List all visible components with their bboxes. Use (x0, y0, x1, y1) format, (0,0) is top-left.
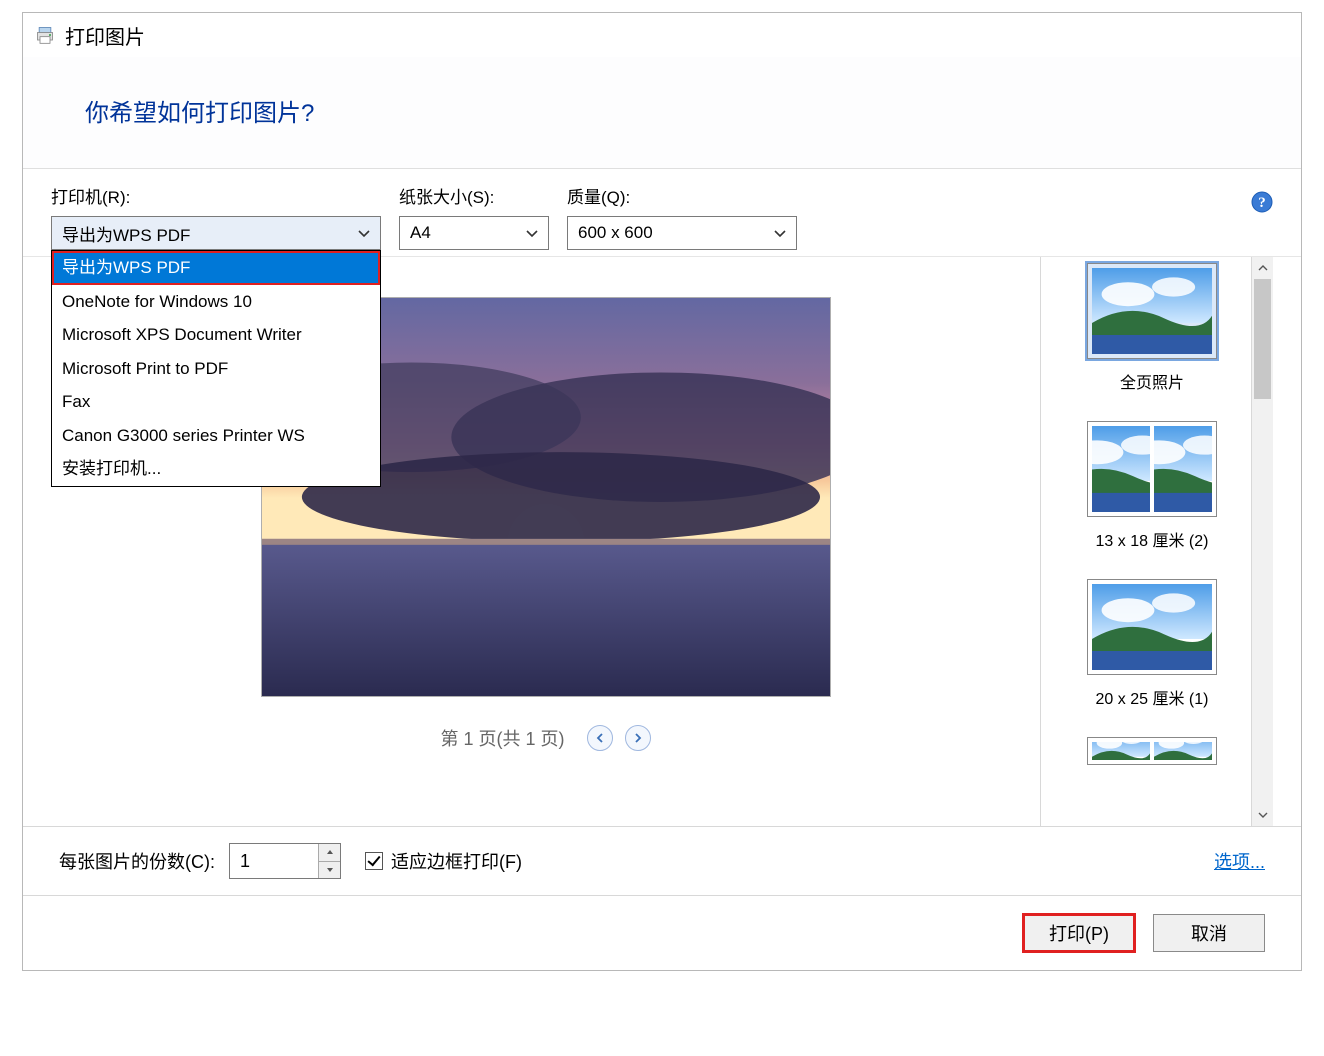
heading-strip: 你希望如何打印图片? (23, 57, 1301, 169)
print-button[interactable]: 打印(P) (1023, 914, 1135, 952)
printer-option[interactable]: Microsoft Print to PDF (52, 352, 380, 386)
copies-value: 1 (230, 844, 318, 878)
scrollbar[interactable] (1251, 257, 1273, 826)
printer-select[interactable]: 导出为WPS PDF (51, 216, 381, 250)
paper-select[interactable]: A4 (399, 216, 549, 250)
layout-item[interactable]: 20 x 25 厘米 (1) (1053, 579, 1251, 709)
next-page-button[interactable] (625, 725, 651, 751)
thumbnail-image (1154, 426, 1212, 512)
heading-text: 你希望如何打印图片? (85, 93, 1239, 128)
copies-label: 每张图片的份数(C): (59, 848, 215, 874)
prev-page-button[interactable] (587, 725, 613, 751)
bottom-options: 每张图片的份数(C): 1 适应边框打印(F) 选项... (23, 826, 1301, 895)
layout-item[interactable]: 全页照片 (1053, 263, 1251, 393)
paper-field-group: 纸张大小(S): A4 (399, 183, 549, 250)
scrollbar-up-button[interactable] (1252, 257, 1273, 279)
form-row: 打印机(R): 导出为WPS PDF 导出为WPS PDFOneNote for… (23, 169, 1301, 250)
thumbnail-image (1092, 426, 1150, 512)
printer-option[interactable]: 安装打印机... (52, 452, 380, 486)
printer-option[interactable]: OneNote for Windows 10 (52, 285, 380, 319)
window-title: 打印图片 (65, 21, 145, 50)
options-link[interactable]: 选项... (1214, 848, 1265, 874)
scrollbar-down-button[interactable] (1252, 804, 1273, 826)
layout-caption: 20 x 25 厘米 (1) (1096, 685, 1209, 709)
chevron-down-icon (358, 223, 370, 243)
layout-panel: 全页照片 13 x 18 厘米 (2) 20 x 25 厘米 (1) (1041, 257, 1273, 826)
copies-input[interactable]: 1 (229, 843, 341, 879)
layout-caption: 全页照片 (1120, 369, 1184, 393)
chevron-down-icon (774, 223, 786, 243)
printer-select-value: 导出为WPS PDF (62, 221, 190, 246)
printer-icon (35, 25, 55, 45)
layout-thumbnail (1087, 579, 1217, 675)
paper-label: 纸张大小(S): (399, 183, 549, 208)
printer-option[interactable]: Fax (52, 385, 380, 419)
printer-option[interactable]: 导出为WPS PDF (52, 251, 380, 285)
fit-frame-checkbox[interactable] (365, 852, 383, 870)
action-bar: 打印(P) 取消 (23, 895, 1301, 970)
printer-option[interactable]: Microsoft XPS Document Writer (52, 318, 380, 352)
fit-frame-label: 适应边框打印(F) (391, 848, 522, 874)
quality-label: 质量(Q): (567, 183, 797, 208)
layout-item[interactable]: 13 x 18 厘米 (2) (1053, 421, 1251, 551)
copies-stepper (318, 844, 340, 878)
print-pictures-dialog: 打印图片 你希望如何打印图片? 打印机(R): 导出为WPS PDF 导出为WP… (22, 12, 1302, 971)
pager-text: 第 1 页(共 1 页) (440, 725, 564, 751)
layout-item[interactable] (1053, 737, 1251, 765)
quality-field-group: 质量(Q): 600 x 600 (567, 183, 797, 250)
thumbnail-image (1092, 742, 1150, 760)
scrollbar-thumb[interactable] (1254, 279, 1271, 399)
cancel-button[interactable]: 取消 (1153, 914, 1265, 952)
svg-text:?: ? (1258, 195, 1266, 211)
layout-thumbnail (1087, 737, 1217, 765)
pager-nav (587, 725, 651, 751)
copies-step-down[interactable] (319, 861, 340, 879)
printer-field-group: 打印机(R): 导出为WPS PDF 导出为WPS PDFOneNote for… (51, 183, 381, 250)
copies-step-up[interactable] (319, 844, 340, 861)
titlebar: 打印图片 (23, 13, 1301, 57)
layout-thumbnail (1087, 421, 1217, 517)
layout-caption: 13 x 18 厘米 (2) (1096, 527, 1209, 551)
paper-select-value: A4 (410, 223, 431, 243)
printer-dropdown: 导出为WPS PDFOneNote for Windows 10Microsof… (51, 250, 381, 487)
quality-select-value: 600 x 600 (578, 223, 653, 243)
chevron-down-icon (526, 223, 538, 243)
quality-select[interactable]: 600 x 600 (567, 216, 797, 250)
thumbnail-image (1092, 584, 1212, 670)
scrollbar-track[interactable] (1252, 279, 1273, 804)
printer-label: 打印机(R): (51, 183, 381, 208)
thumbnail-image (1154, 742, 1212, 760)
pager: 第 1 页(共 1 页) (440, 725, 650, 751)
layout-thumbnail (1087, 263, 1217, 359)
help-icon[interactable]: ? (1251, 191, 1273, 213)
printer-option[interactable]: Canon G3000 series Printer WS (52, 419, 380, 453)
thumbnail-image (1092, 268, 1212, 354)
layout-list: 全页照片 13 x 18 厘米 (2) 20 x 25 厘米 (1) (1053, 257, 1251, 826)
fit-frame-option[interactable]: 适应边框打印(F) (365, 848, 522, 874)
